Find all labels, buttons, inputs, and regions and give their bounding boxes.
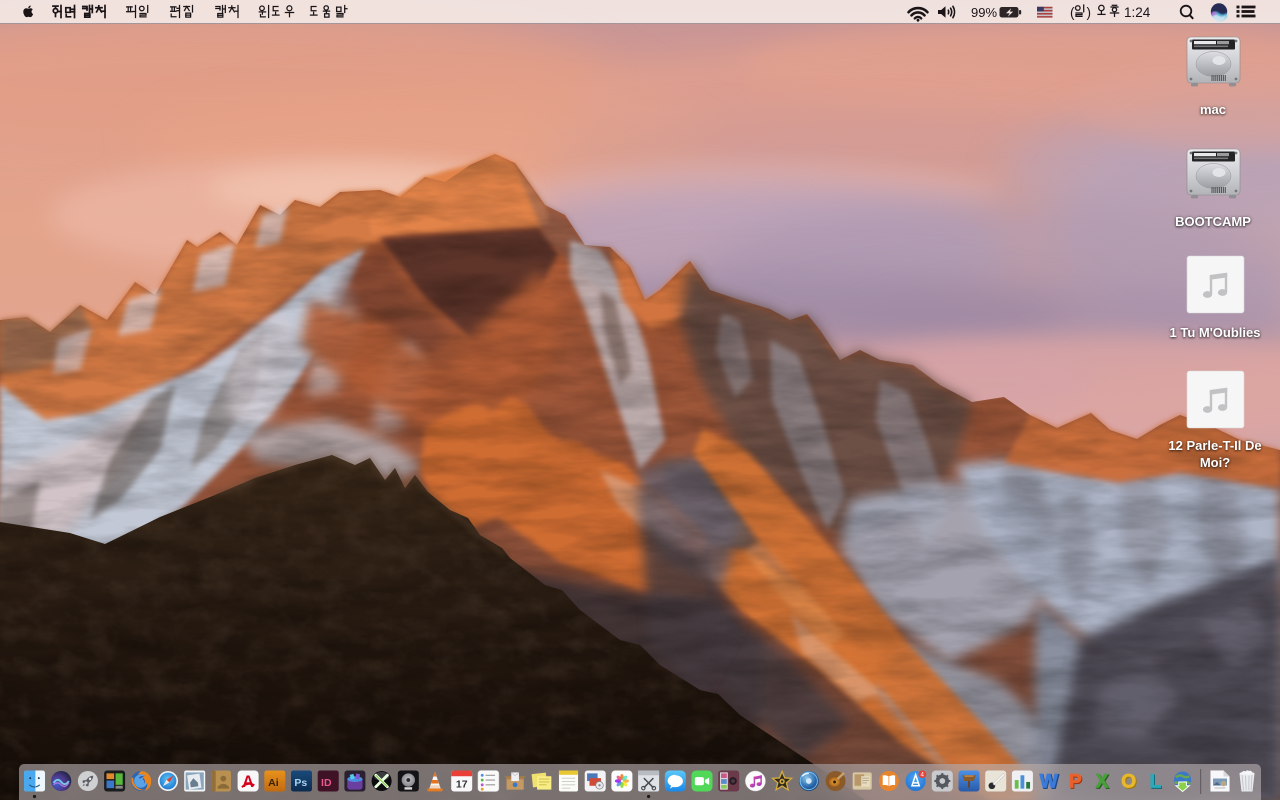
- svg-text:17: 17: [456, 779, 468, 791]
- svg-text:W: W: [1040, 772, 1058, 793]
- svg-text:X: X: [1096, 772, 1109, 793]
- svg-text:L: L: [1150, 772, 1162, 793]
- svg-text:P: P: [1069, 772, 1082, 793]
- svg-text:4: 4: [921, 771, 925, 778]
- svg-text:Ps: Ps: [294, 777, 307, 789]
- svg-text:A: A: [242, 773, 254, 791]
- svg-text:O: O: [1121, 772, 1136, 793]
- svg-text:ID: ID: [321, 777, 332, 789]
- svg-text:Ai: Ai: [268, 777, 279, 789]
